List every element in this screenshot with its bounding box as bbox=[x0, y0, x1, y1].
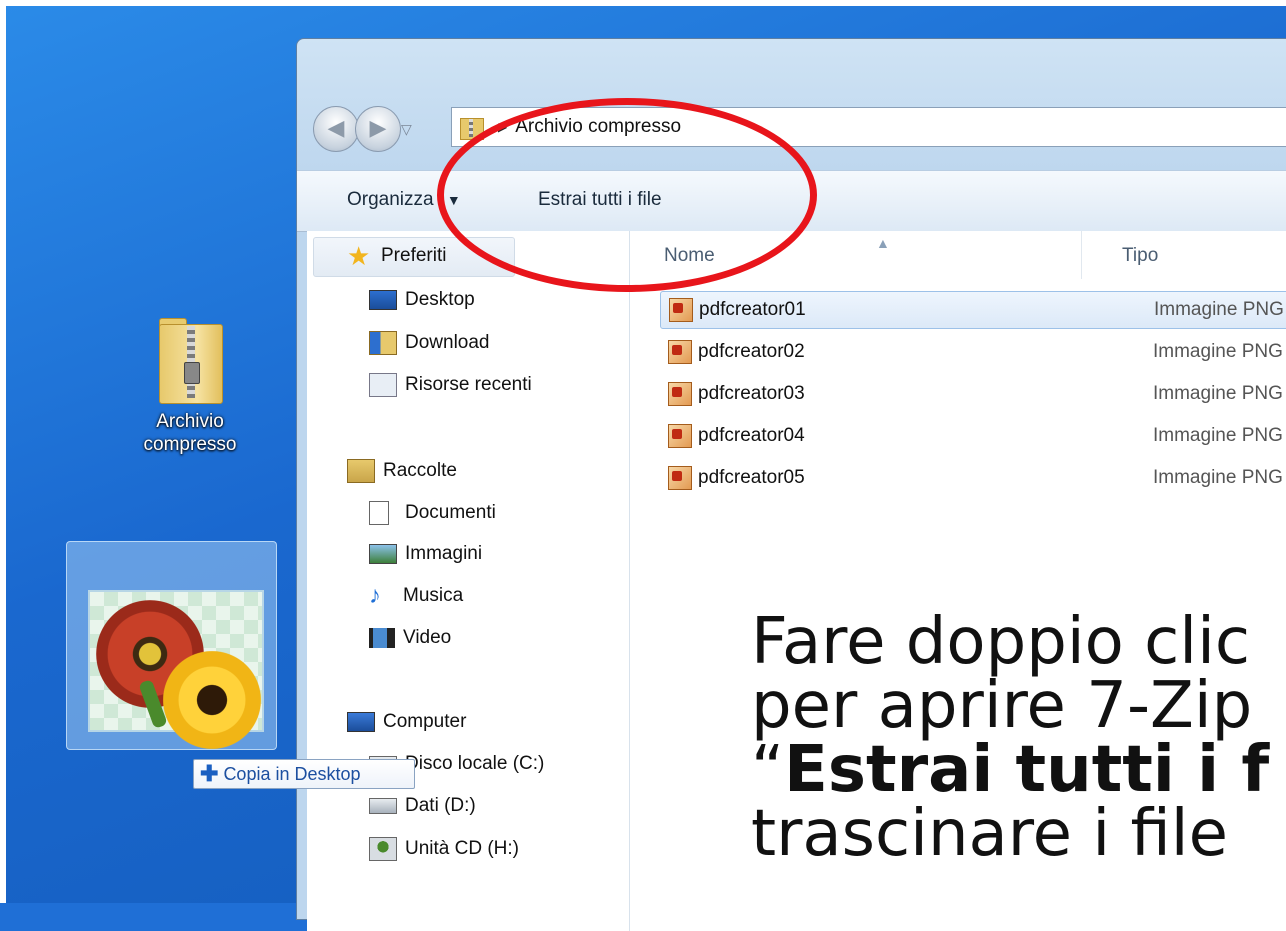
caption-quote: “ bbox=[751, 733, 785, 807]
zip-folder-icon bbox=[159, 318, 223, 404]
nav-item-label: Video bbox=[403, 627, 452, 648]
back-button[interactable]: ◀ bbox=[313, 106, 359, 152]
file-row[interactable]: pdfcreator04 Immagine PNG bbox=[660, 417, 1286, 455]
file-type: Immagine PNG bbox=[1153, 467, 1283, 488]
nav-item-label: Documenti bbox=[405, 502, 496, 523]
nav-item-pictures[interactable]: Immagini bbox=[369, 543, 482, 565]
libraries-icon bbox=[347, 459, 375, 483]
file-name: pdfcreator02 bbox=[698, 341, 805, 362]
forward-arrow-icon: ▶ bbox=[369, 115, 387, 140]
nav-item-label: Risorse recenti bbox=[405, 374, 532, 395]
top-border bbox=[0, 0, 1286, 6]
forward-button[interactable]: ▶ bbox=[355, 106, 401, 152]
drag-tooltip-label: Copia in Desktop bbox=[223, 763, 361, 784]
nav-item-music[interactable]: ♪ Musica bbox=[369, 582, 464, 609]
caption-bold-text: Estrai tutti i f bbox=[784, 733, 1270, 807]
png-image-icon bbox=[668, 466, 692, 490]
nav-computer-label: Computer bbox=[383, 711, 467, 732]
caption-line-1: Fare doppio clic bbox=[751, 605, 1251, 679]
nav-item-label: Download bbox=[405, 332, 490, 353]
desktop-zip-label-line2: compresso bbox=[143, 434, 237, 455]
nav-item-label: Dati (D:) bbox=[405, 795, 476, 816]
caption-line-4: trascinare i file bbox=[751, 797, 1228, 871]
nav-item-desktop[interactable]: Desktop bbox=[369, 289, 475, 311]
file-type: Immagine PNG bbox=[1154, 299, 1284, 320]
nav-libraries-label: Raccolte bbox=[383, 460, 457, 481]
dragged-image-tile[interactable] bbox=[66, 541, 277, 752]
file-name: pdfcreator03 bbox=[698, 383, 805, 404]
document-icon bbox=[369, 501, 389, 525]
highlight-ellipse bbox=[437, 98, 817, 292]
nav-libraries[interactable]: Raccolte bbox=[347, 459, 457, 483]
nav-item-label: Immagini bbox=[405, 543, 483, 564]
yellow-flower-icon bbox=[160, 648, 264, 752]
recent-places-icon bbox=[369, 373, 397, 397]
film-strip-icon bbox=[369, 628, 395, 648]
drag-tooltip: ✚ Copia in Desktop bbox=[193, 759, 415, 789]
image-thumbnail bbox=[88, 590, 264, 752]
star-icon: ★ bbox=[347, 241, 371, 271]
history-dropdown-icon[interactable]: ▽ bbox=[401, 121, 412, 138]
nav-item-cd-drive[interactable]: Unità CD (H:) bbox=[369, 837, 519, 861]
caption-line-2: per aprire 7-Zip bbox=[751, 669, 1253, 743]
desktop-icon bbox=[369, 290, 397, 310]
sort-ascending-icon: ▲ bbox=[876, 235, 890, 251]
png-image-icon bbox=[669, 298, 693, 322]
file-row[interactable]: pdfcreator05 Immagine PNG bbox=[660, 459, 1286, 497]
organize-label: Organizza bbox=[347, 189, 434, 210]
back-arrow-icon: ◀ bbox=[327, 115, 345, 140]
plus-icon: ✚ bbox=[200, 761, 219, 786]
nav-computer[interactable]: Computer bbox=[347, 711, 466, 733]
column-header-type[interactable]: Tipo bbox=[1122, 245, 1158, 267]
nav-item-documents[interactable]: Documenti bbox=[369, 501, 496, 525]
nav-item-download[interactable]: Download bbox=[369, 331, 490, 355]
nav-favorites[interactable]: ★ Preferiti bbox=[347, 241, 447, 271]
png-image-icon bbox=[668, 340, 692, 364]
cd-drive-icon bbox=[369, 837, 397, 861]
file-row[interactable]: pdfcreator01 Immagine PNG bbox=[660, 291, 1286, 329]
navigation-pane: ★ Preferiti Desktop Download Risorse rec… bbox=[307, 231, 630, 931]
file-type: Immagine PNG bbox=[1153, 383, 1283, 404]
file-row[interactable]: pdfcreator03 Immagine PNG bbox=[660, 375, 1286, 413]
png-image-icon bbox=[668, 424, 692, 448]
hard-drive-icon bbox=[369, 798, 397, 814]
music-note-icon: ♪ bbox=[369, 582, 381, 609]
nav-item-video[interactable]: Video bbox=[369, 627, 451, 649]
left-border bbox=[0, 0, 6, 903]
file-name: pdfcreator01 bbox=[699, 299, 806, 320]
file-type: Immagine PNG bbox=[1153, 425, 1283, 446]
file-name: pdfcreator04 bbox=[698, 425, 805, 446]
nav-item-recent[interactable]: Risorse recenti bbox=[369, 373, 532, 397]
download-folder-icon bbox=[369, 331, 397, 355]
nav-favorites-label: Preferiti bbox=[381, 245, 447, 266]
nav-item-label: Disco locale (C:) bbox=[405, 753, 545, 774]
png-image-icon bbox=[668, 382, 692, 406]
computer-icon bbox=[347, 712, 375, 732]
nav-item-label: Unità CD (H:) bbox=[405, 838, 520, 859]
nav-item-drive-d[interactable]: Dati (D:) bbox=[369, 795, 476, 817]
file-name: pdfcreator05 bbox=[698, 467, 805, 488]
nav-item-label: Musica bbox=[403, 585, 464, 606]
desktop-zip-archive-icon[interactable]: Archivio compresso bbox=[120, 318, 260, 456]
nav-item-label: Desktop bbox=[405, 289, 475, 310]
column-separator[interactable] bbox=[1081, 231, 1082, 279]
file-type: Immagine PNG bbox=[1153, 341, 1283, 362]
desktop-zip-label-line1: Archivio bbox=[156, 411, 224, 432]
caption-line-3: “Estrai tutti i f bbox=[751, 738, 1286, 802]
pictures-icon bbox=[369, 544, 397, 564]
file-row[interactable]: pdfcreator02 Immagine PNG bbox=[660, 333, 1286, 371]
instruction-caption: Fare doppio clic per aprire 7-Zip “Estra… bbox=[751, 610, 1286, 866]
